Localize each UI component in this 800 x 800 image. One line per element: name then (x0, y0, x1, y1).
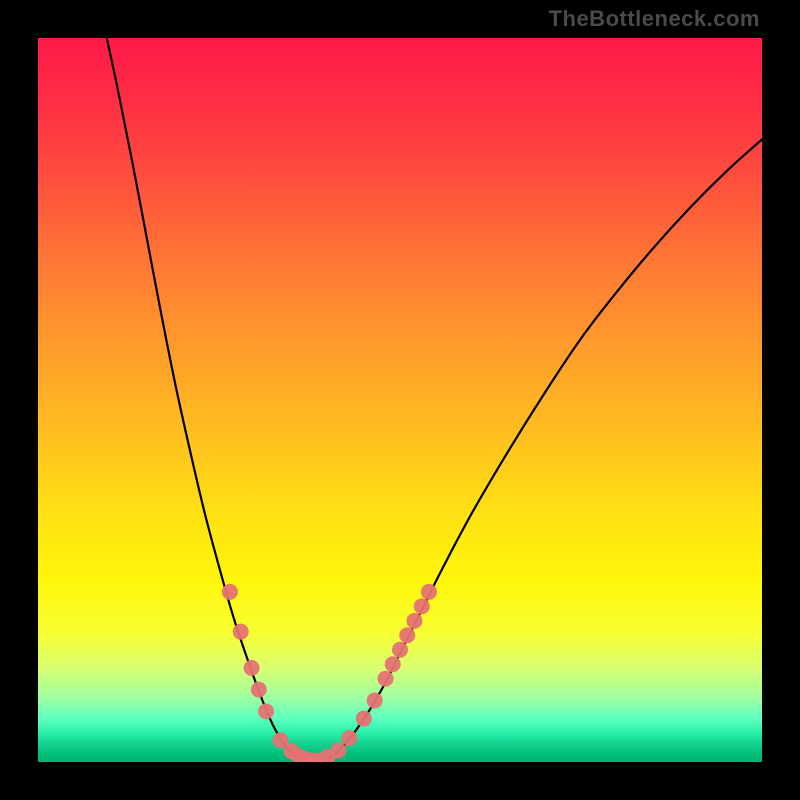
plot-area (38, 38, 762, 762)
curve-marker (421, 584, 437, 600)
curve-marker (258, 703, 274, 719)
curve-marker (330, 742, 346, 758)
curve-marker (414, 598, 430, 614)
bottleneck-curve (107, 38, 762, 762)
curve-markers (222, 584, 437, 762)
curve-marker (399, 627, 415, 643)
curve-marker (367, 692, 383, 708)
curve-marker (378, 671, 394, 687)
curve-marker (233, 624, 249, 640)
curve-marker (356, 711, 372, 727)
curve-marker (222, 584, 238, 600)
chart-frame: TheBottleneck.com (0, 0, 800, 800)
curve-marker (406, 613, 422, 629)
curve-marker (392, 642, 408, 658)
curve-marker (244, 660, 260, 676)
curve-layer (38, 38, 762, 762)
curve-marker (251, 682, 267, 698)
curve-marker (341, 730, 357, 746)
attribution-label: TheBottleneck.com (549, 6, 760, 32)
curve-marker (385, 656, 401, 672)
